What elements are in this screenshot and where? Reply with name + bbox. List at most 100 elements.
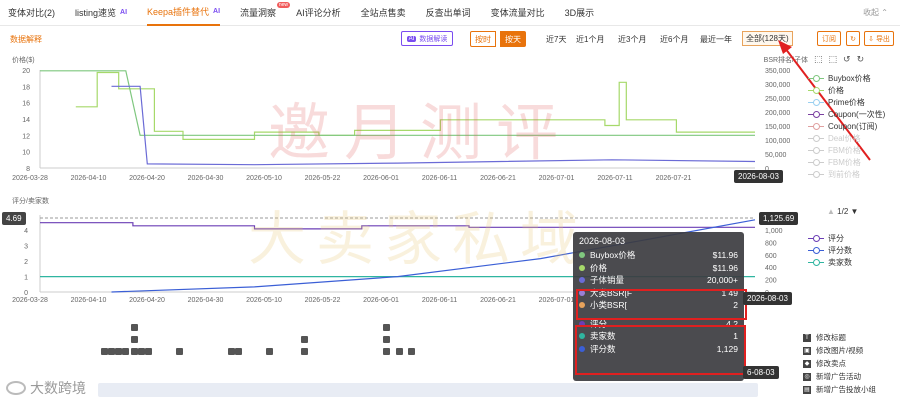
legend-item[interactable]: 评分数 (808, 244, 852, 256)
top-left-tick: 12 (22, 133, 30, 140)
top-x-tick: 2026-04-30 (188, 175, 224, 182)
event-marker-icon[interactable] (301, 336, 308, 343)
legend-item[interactable]: 价格 (808, 84, 885, 96)
legend-item[interactable]: 卖家数 (808, 256, 852, 268)
event-legend-item[interactable]: ◎ 新增广告活动 (803, 370, 876, 383)
event-legend: T 修改标题 ▣ 修改图片/视频 ◆ 修改卖点 ◎ 新增广告活动 ▤ 新增广告投放小组 (803, 331, 876, 396)
legend-label: Coupon(一次性) (828, 109, 886, 119)
pager-next-icon[interactable]: ▼ (851, 207, 859, 216)
legend-label: Buybox价格 (828, 73, 871, 83)
top-right-tick: 250,000 (765, 96, 790, 103)
event-marker-icon[interactable] (408, 348, 415, 355)
event-marker-icon[interactable] (396, 348, 403, 355)
legend-label: FBM价格 (828, 145, 861, 155)
legend-marker-icon (808, 246, 824, 254)
bottom-right-tick: 200 (765, 278, 777, 285)
legend-item[interactable]: 到前价格 (808, 168, 885, 180)
zoom-reset-icon[interactable]: ⬚ (829, 54, 844, 64)
top-right-tick: 150,000 (765, 124, 790, 131)
timeline-scrollbar[interactable] (98, 383, 758, 397)
event-type-icon: ◎ (803, 372, 811, 381)
pager-prev-icon[interactable]: ▲ (827, 207, 835, 216)
undo-icon[interactable]: ↺ (843, 54, 857, 64)
top-left-tick: 16 (22, 101, 30, 108)
bottom-left-tick: 2 (24, 259, 28, 266)
legend-top: Buybox价格 价格 Prime价格 Coupon(一次性) Coupon(订阅) De… (808, 72, 885, 180)
bottom-x-tick: 2026-06-01 (363, 297, 399, 304)
event-marker-icon[interactable] (138, 348, 145, 355)
event-marker-icon[interactable] (131, 348, 138, 355)
event-marker-icon[interactable] (122, 348, 129, 355)
legend-item[interactable]: FBM价格 (808, 156, 885, 168)
event-type-icon: ▤ (803, 385, 811, 394)
pager-label: 1/2 (837, 207, 849, 216)
legend-label: 价格 (828, 85, 844, 95)
event-marker-icon[interactable] (228, 348, 235, 355)
legend-label: 卖家数 (828, 257, 852, 267)
zoom-select-icon[interactable]: ⬚ (814, 54, 829, 64)
event-type-icon: ◆ (803, 359, 811, 368)
event-marker-icon[interactable] (301, 348, 308, 355)
event-marker-icon[interactable] (145, 348, 152, 355)
event-marker-icon[interactable] (176, 348, 183, 355)
legend-label: 评分数 (828, 245, 852, 255)
event-marker-icon[interactable] (383, 336, 390, 343)
top-left-tick: 20 (22, 68, 30, 75)
bottom-x-tick: 2026-06-11 (422, 297, 457, 304)
watermark-text: 邀月测评 (268, 96, 573, 169)
legend-label: 评分 (828, 233, 844, 243)
legend-item[interactable]: 评分 (808, 232, 852, 244)
event-label: 修改标题 (816, 333, 846, 342)
event-marker-icon[interactable] (383, 324, 390, 331)
bottom-left-tick: 4 (24, 228, 28, 235)
top-x-tick: 2026-06-11 (422, 175, 457, 182)
event-legend-item[interactable]: ▣ 修改图片/视频 (803, 344, 876, 357)
event-marker-icon[interactable] (101, 348, 108, 355)
legend-item[interactable]: Deal价格 (808, 132, 885, 144)
top-x-tick: 2026-03-28 (12, 175, 48, 182)
bottom-left-tick: 3 (24, 244, 28, 251)
legend-marker-icon (808, 234, 824, 242)
legend-label: Coupon(订阅) (828, 121, 878, 131)
bottom-x-tick: 2026-05-22 (305, 297, 341, 304)
highlight-box-bsr (576, 289, 747, 320)
legend-item[interactable]: Buybox价格 (808, 72, 885, 84)
event-marker-icon[interactable] (131, 336, 138, 343)
top-x-tick: 2026-06-21 (480, 175, 516, 182)
event-marker-icon[interactable] (131, 324, 138, 331)
bottom-x-tick: 2026-04-10 (71, 297, 107, 304)
event-legend-item[interactable]: T 修改标题 (803, 331, 876, 344)
tooltip-label: Buybox价格 (590, 250, 636, 261)
bottom-left-axis-title: 评分/卖家数 (12, 196, 49, 205)
event-marker-icon[interactable] (266, 348, 273, 355)
event-legend-item[interactable]: ▤ 新增广告投放小组 (803, 383, 876, 396)
event-marker-icon[interactable] (235, 348, 242, 355)
legend-marker-icon (808, 74, 824, 82)
bottom-x-tick: 2026-07-01 (539, 297, 575, 304)
legend-item[interactable]: Coupon(订阅) (808, 120, 885, 132)
highlight-box-reviews (575, 325, 746, 375)
event-marker-icon[interactable] (383, 348, 390, 355)
bottom-right-tick: 400 (765, 265, 777, 272)
legend-item[interactable]: Prime价格 (808, 96, 885, 108)
event-marker-icon[interactable] (115, 348, 122, 355)
top-right-tick: 300,000 (765, 82, 790, 89)
top-right-tick: 50,000 (765, 152, 787, 159)
restore-icon[interactable]: ↻ (857, 54, 871, 64)
top-x-tick: 2026-07-21 (656, 175, 692, 182)
event-marker-icon[interactable] (108, 348, 115, 355)
tooltip-label: 价格 (590, 262, 608, 273)
top-x-tick: 2026-07-11 (597, 175, 632, 182)
top-right-tick: 100,000 (765, 138, 790, 145)
legend-marker-icon (808, 134, 824, 142)
top-left-tick: 18 (22, 84, 30, 91)
event-legend-item[interactable]: ◆ 修改卖点 (803, 357, 876, 370)
legend-item[interactable]: Coupon(一次性) (808, 108, 885, 120)
legend-marker-icon (808, 258, 824, 266)
legend-pager[interactable]: ▲ 1/2 ▼ (827, 207, 858, 216)
top-date-badge: 2026-08-03 (734, 170, 783, 183)
legend-item[interactable]: FBM价格 (808, 144, 885, 156)
legend-marker-icon (808, 110, 824, 118)
watermark-text-2: 大卖家私域 (248, 205, 589, 273)
review-count-badge: 1,125.69 (759, 212, 799, 225)
